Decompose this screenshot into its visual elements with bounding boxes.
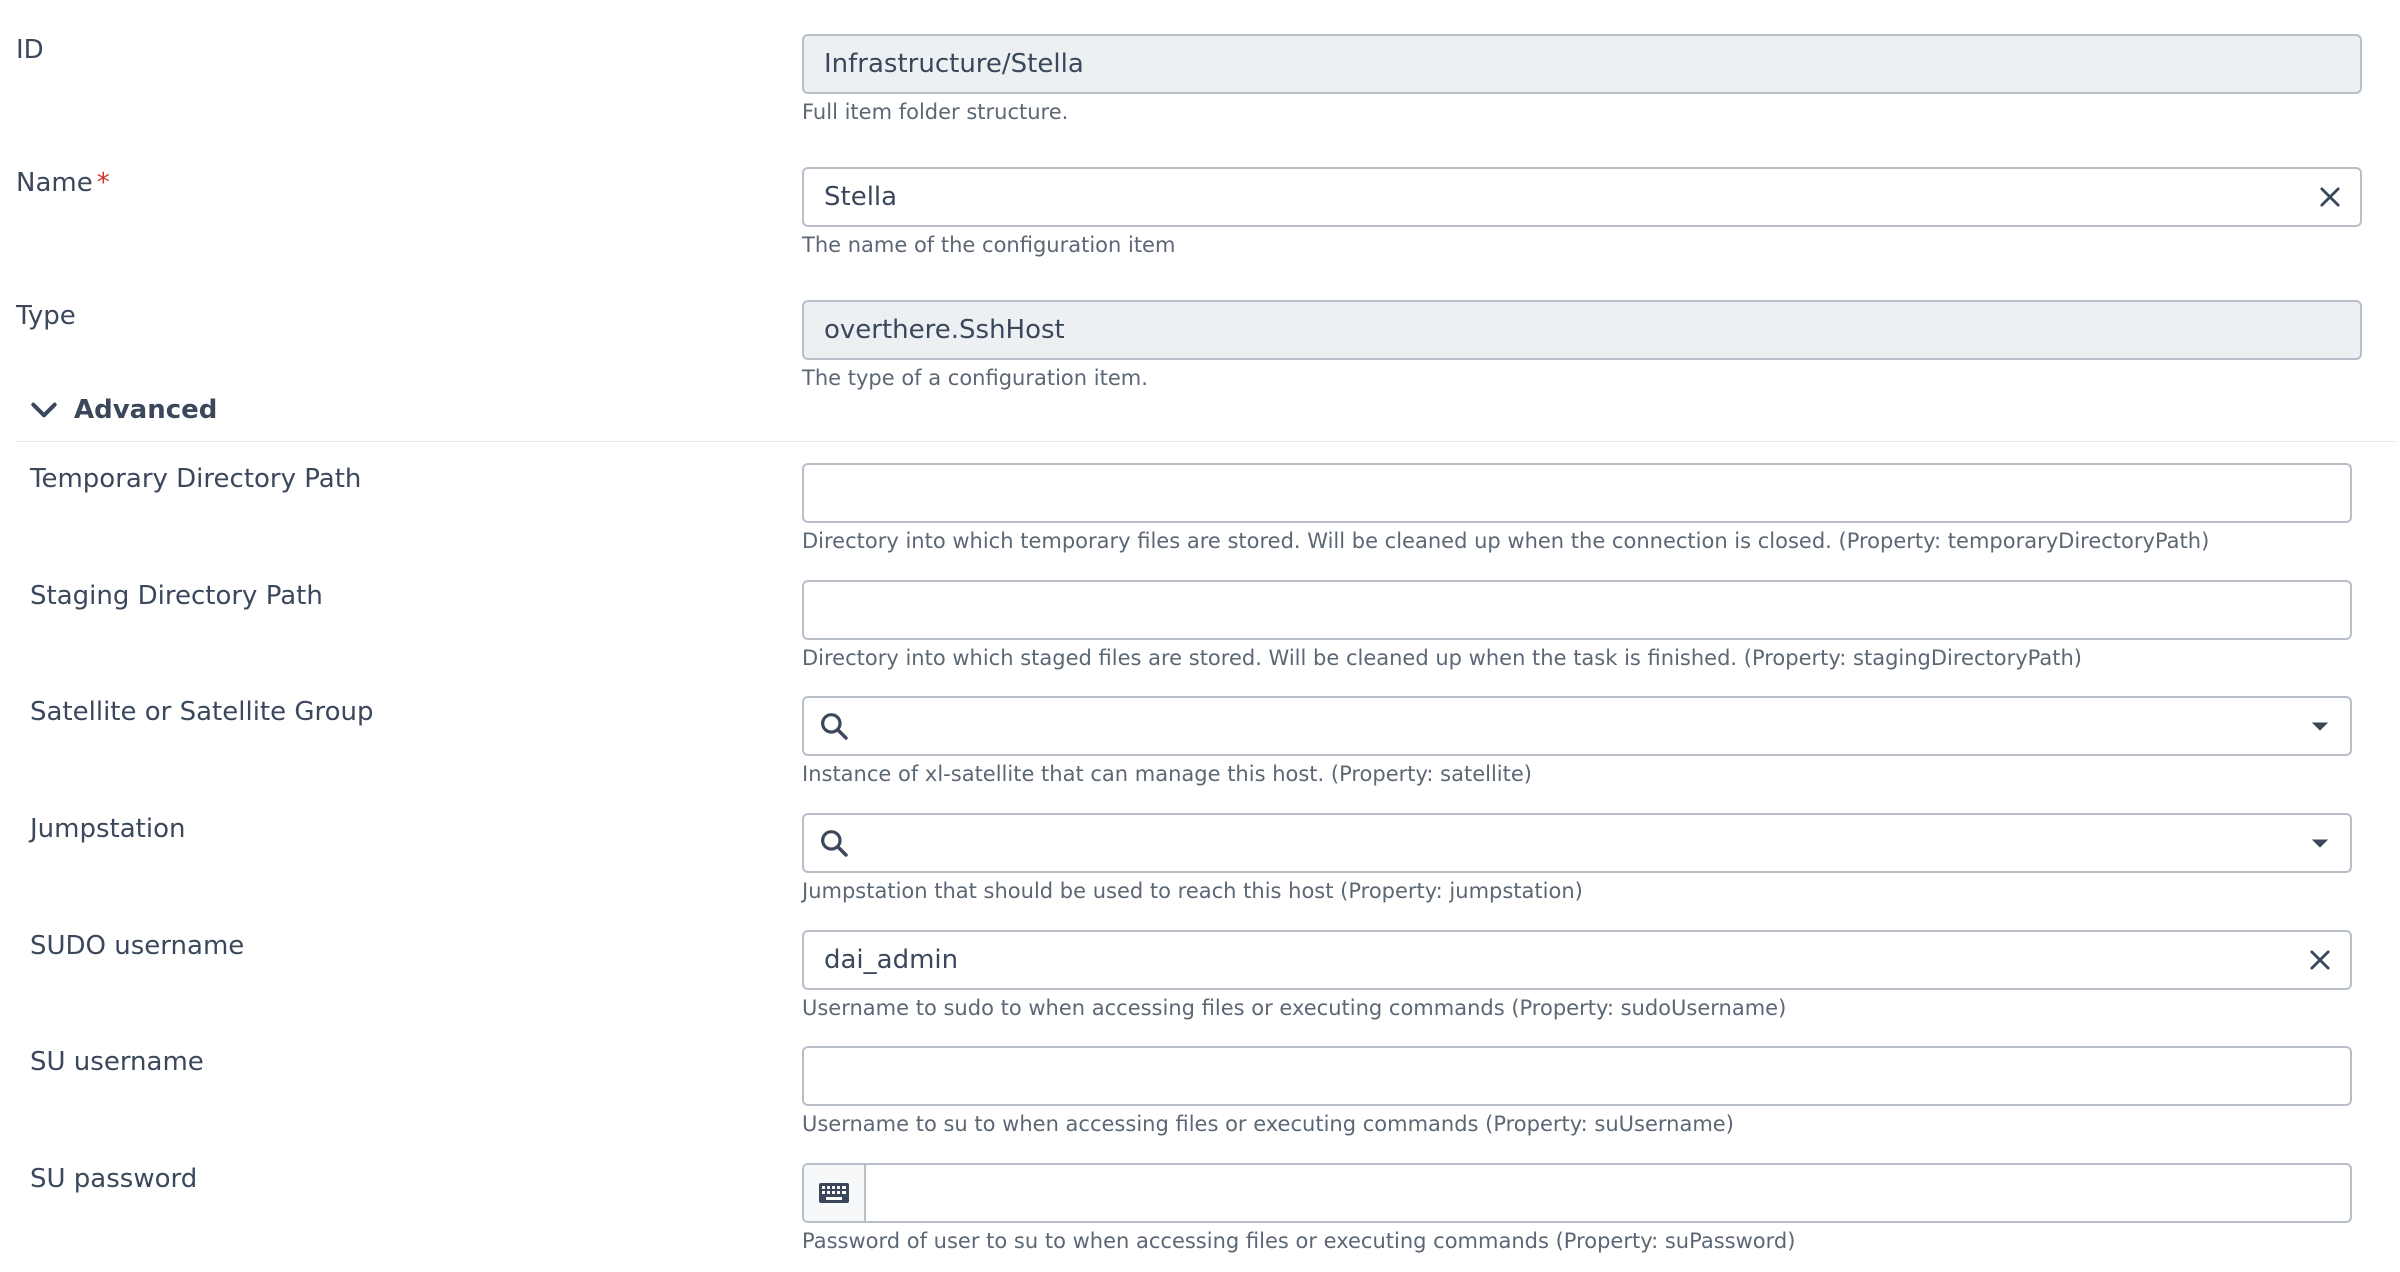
su-password-label: SU password: [30, 1164, 198, 1194]
clear-name-button[interactable]: [2300, 169, 2360, 225]
keyboard-toggle-button[interactable]: [804, 1165, 866, 1221]
id-field: Infrastructure/Stella: [802, 34, 2362, 94]
jumpstation-select[interactable]: [802, 813, 2352, 873]
satellite-dropdown-button[interactable]: [2290, 698, 2350, 754]
su-password-helper: Password of user to su to when accessing…: [802, 1229, 1796, 1253]
type-helper: The type of a configuration item.: [802, 366, 1148, 390]
sudo-username-value[interactable]: dai_admin: [804, 945, 2290, 975]
jumpstation-search-icon-wrap: [804, 815, 864, 871]
caret-down-icon: [2311, 839, 2329, 848]
caret-down-icon: [2311, 722, 2329, 731]
name-input[interactable]: Stella: [802, 167, 2362, 227]
staging-directory-path-label: Staging Directory Path: [30, 581, 323, 611]
id-helper: Full item folder structure.: [802, 100, 1069, 124]
type-label: Type: [16, 301, 76, 331]
satellite-helper: Instance of xl-satellite that can manage…: [802, 762, 1532, 786]
temporary-directory-path-label: Temporary Directory Path: [30, 464, 362, 494]
id-value: Infrastructure/Stella: [824, 49, 1084, 79]
su-username-helper: Username to su to when accessing files o…: [802, 1112, 1734, 1136]
sudo-username-helper: Username to sudo to when accessing files…: [802, 996, 1787, 1020]
sudo-username-input[interactable]: dai_admin: [802, 930, 2352, 990]
jumpstation-dropdown-button[interactable]: [2290, 815, 2350, 871]
satellite-select[interactable]: [802, 696, 2352, 756]
satellite-label: Satellite or Satellite Group: [30, 697, 374, 727]
name-label-text: Name: [16, 168, 93, 198]
required-marker: *: [96, 168, 110, 198]
close-icon: [2320, 187, 2340, 207]
su-username-label: SU username: [30, 1047, 204, 1077]
keyboard-icon: [819, 1183, 849, 1203]
type-field: overthere.SshHost: [802, 300, 2362, 360]
name-label: Name *: [16, 167, 110, 199]
clear-sudo-username-button[interactable]: [2290, 932, 2350, 988]
search-icon: [821, 713, 848, 740]
sudo-username-label: SUDO username: [30, 931, 245, 961]
configuration-item-form: ID Infrastructure/Stella Full item folde…: [0, 0, 2400, 1272]
satellite-search-icon-wrap: [804, 698, 864, 754]
advanced-section-toggle[interactable]: Advanced: [28, 390, 217, 430]
su-password-input[interactable]: [802, 1163, 2352, 1223]
advanced-section-title: Advanced: [74, 395, 218, 425]
id-label: ID: [16, 35, 44, 65]
su-username-input[interactable]: [802, 1046, 2352, 1106]
jumpstation-label: Jumpstation: [30, 814, 186, 844]
staging-directory-path-helper: Directory into which staged files are st…: [802, 646, 2082, 670]
staging-directory-path-input[interactable]: [802, 580, 2352, 640]
temporary-directory-path-helper: Directory into which temporary files are…: [802, 529, 2210, 553]
name-value[interactable]: Stella: [804, 182, 2300, 212]
close-icon: [2310, 950, 2330, 970]
section-divider: [16, 441, 2396, 442]
temporary-directory-path-input[interactable]: [802, 463, 2352, 523]
search-icon: [821, 830, 848, 857]
type-value: overthere.SshHost: [824, 315, 1065, 345]
jumpstation-helper: Jumpstation that should be used to reach…: [802, 879, 1583, 903]
chevron-down-icon: [31, 402, 57, 418]
name-helper: The name of the configuration item: [802, 233, 1176, 257]
